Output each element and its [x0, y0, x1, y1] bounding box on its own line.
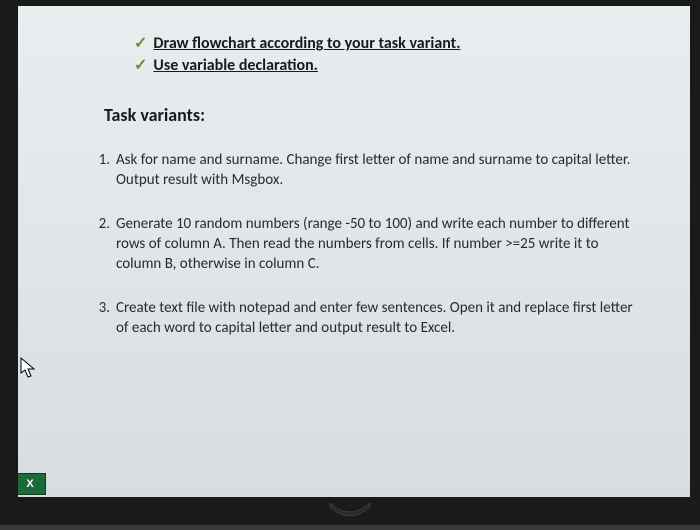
task-item: Create text file with notepad and enter … [88, 298, 646, 338]
monitor-stand [310, 503, 390, 525]
task-variants-list: Ask for name and surname. Change first l… [88, 150, 646, 338]
section-title: Task variants: [104, 104, 646, 126]
task-item: Ask for name and surname. Change first l… [88, 150, 646, 190]
task-item: Generate 10 random numbers (range -50 to… [88, 214, 646, 274]
checklist-item: ✓ Draw flowchart according to your task … [134, 34, 646, 54]
mouse-cursor-icon [20, 357, 38, 379]
task-text: Generate 10 random numbers (range -50 to… [116, 214, 646, 274]
checkmark-icon: ✓ [134, 34, 147, 54]
task-text: Create text file with notepad and enter … [116, 298, 646, 338]
checklist: ✓ Draw flowchart according to your task … [134, 34, 646, 76]
checklist-item-text: Use variable declaration. [153, 56, 318, 76]
checklist-item: ✓ Use variable declaration. [134, 56, 646, 76]
document-page: ✓ Draw flowchart according to your task … [18, 6, 690, 497]
checklist-item-text: Draw flowchart according to your task va… [153, 34, 460, 54]
excel-taskbar-icon[interactable]: X [18, 473, 46, 495]
task-text: Ask for name and surname. Change first l… [116, 150, 646, 190]
excel-icon-label: X [26, 478, 33, 490]
checkmark-icon: ✓ [134, 56, 147, 76]
